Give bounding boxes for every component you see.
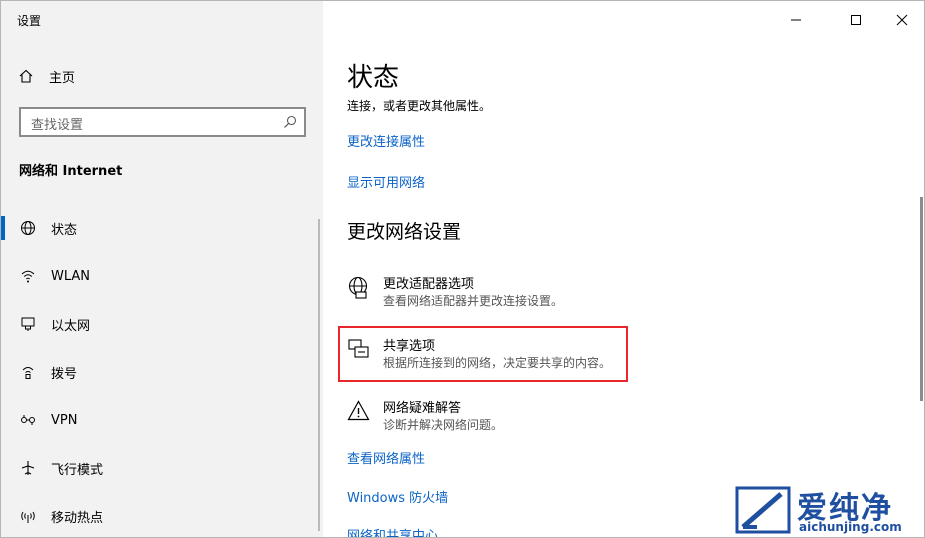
page-subtitle: 连接，或者更改其他属性。 xyxy=(347,99,492,113)
wifi-icon xyxy=(19,267,37,285)
ethernet-icon xyxy=(19,315,37,333)
show-available-networks-link[interactable]: 显示可用网络 xyxy=(347,172,425,191)
sidebar-item-ethernet[interactable]: 以太网 xyxy=(1,304,323,344)
watermark-logo-icon xyxy=(735,485,791,535)
windows-firewall-link[interactable]: Windows 防火墙 xyxy=(347,487,448,506)
adapter-icon xyxy=(347,275,371,299)
app-title: 设置 xyxy=(17,14,42,28)
minimize-icon xyxy=(791,19,801,21)
minimize-button[interactable] xyxy=(773,7,819,33)
sidebar-item-hotspot[interactable]: 移动热点 xyxy=(1,496,323,536)
network-sharing-center-link[interactable]: 网络和共享中心 xyxy=(347,525,438,537)
watermark-url: aichunjing.com xyxy=(799,520,902,534)
section-title: 网络和 Internet xyxy=(19,164,123,179)
warning-icon xyxy=(347,399,371,423)
change-connection-properties-link[interactable]: 更改连接属性 xyxy=(347,131,425,150)
sidebar-item-status[interactable]: 状态 xyxy=(1,208,323,248)
sidebar: 设置 主页 查找设置 网络和 Internet 状态 WLAN 以太网 拨号 V… xyxy=(1,1,323,537)
home-nav-item[interactable]: 主页 xyxy=(17,65,75,87)
sidebar-item-label: 移动热点 xyxy=(51,510,104,526)
close-button[interactable] xyxy=(879,7,924,33)
troubleshooter-item[interactable]: 网络疑难解答 诊断并解决网络问题。 xyxy=(347,397,637,437)
search-icon[interactable] xyxy=(282,114,298,130)
sidebar-scrollbar[interactable] xyxy=(318,219,320,531)
watermark: 爱纯净 aichunjing.com xyxy=(735,483,924,537)
sidebar-item-airplane[interactable]: 飞行模式 xyxy=(1,448,323,488)
home-icon xyxy=(17,67,35,85)
home-label: 主页 xyxy=(49,70,76,86)
sidebar-item-vpn[interactable]: VPN xyxy=(1,400,323,440)
section-heading: 更改网络设置 xyxy=(347,221,462,243)
dialup-icon xyxy=(19,363,37,381)
content-scrollbar[interactable] xyxy=(920,197,923,401)
option-desc: 诊断并解决网络问题。 xyxy=(383,418,504,432)
maximize-button[interactable] xyxy=(833,7,879,33)
sidebar-item-label: 状态 xyxy=(51,222,78,238)
option-desc: 查看网络适配器并更改连接设置。 xyxy=(383,294,564,308)
settings-window: 设置 主页 查找设置 网络和 Internet 状态 WLAN 以太网 拨号 V… xyxy=(0,0,925,538)
globe-icon xyxy=(19,219,37,237)
close-icon xyxy=(896,14,908,26)
option-title: 网络疑难解答 xyxy=(383,401,462,416)
view-network-properties-link[interactable]: 查看网络属性 xyxy=(347,448,425,467)
sidebar-item-dialup[interactable]: 拨号 xyxy=(1,352,323,392)
main-content: 状态 连接，或者更改其他属性。 更改连接属性 显示可用网络 更改网络设置 更改适… xyxy=(323,1,924,537)
vpn-icon xyxy=(19,411,37,429)
sidebar-item-label: 飞行模式 xyxy=(51,462,104,478)
sidebar-item-label: 拨号 xyxy=(51,366,78,382)
hotspot-icon xyxy=(19,507,37,525)
sidebar-item-wlan[interactable]: WLAN xyxy=(1,256,323,296)
search-input[interactable]: 查找设置 xyxy=(19,107,306,137)
sidebar-item-label: WLAN xyxy=(51,268,91,284)
maximize-icon xyxy=(851,15,861,25)
search-placeholder: 查找设置 xyxy=(31,118,84,133)
airplane-icon xyxy=(19,459,37,477)
highlight-box xyxy=(338,326,628,382)
adapter-options-item[interactable]: 更改适配器选项 查看网络适配器并更改连接设置。 xyxy=(347,273,637,313)
page-title: 状态 xyxy=(347,63,400,93)
option-title: 更改适配器选项 xyxy=(383,277,475,292)
sidebar-item-label: VPN xyxy=(51,412,78,428)
sidebar-item-label: 以太网 xyxy=(51,318,91,334)
